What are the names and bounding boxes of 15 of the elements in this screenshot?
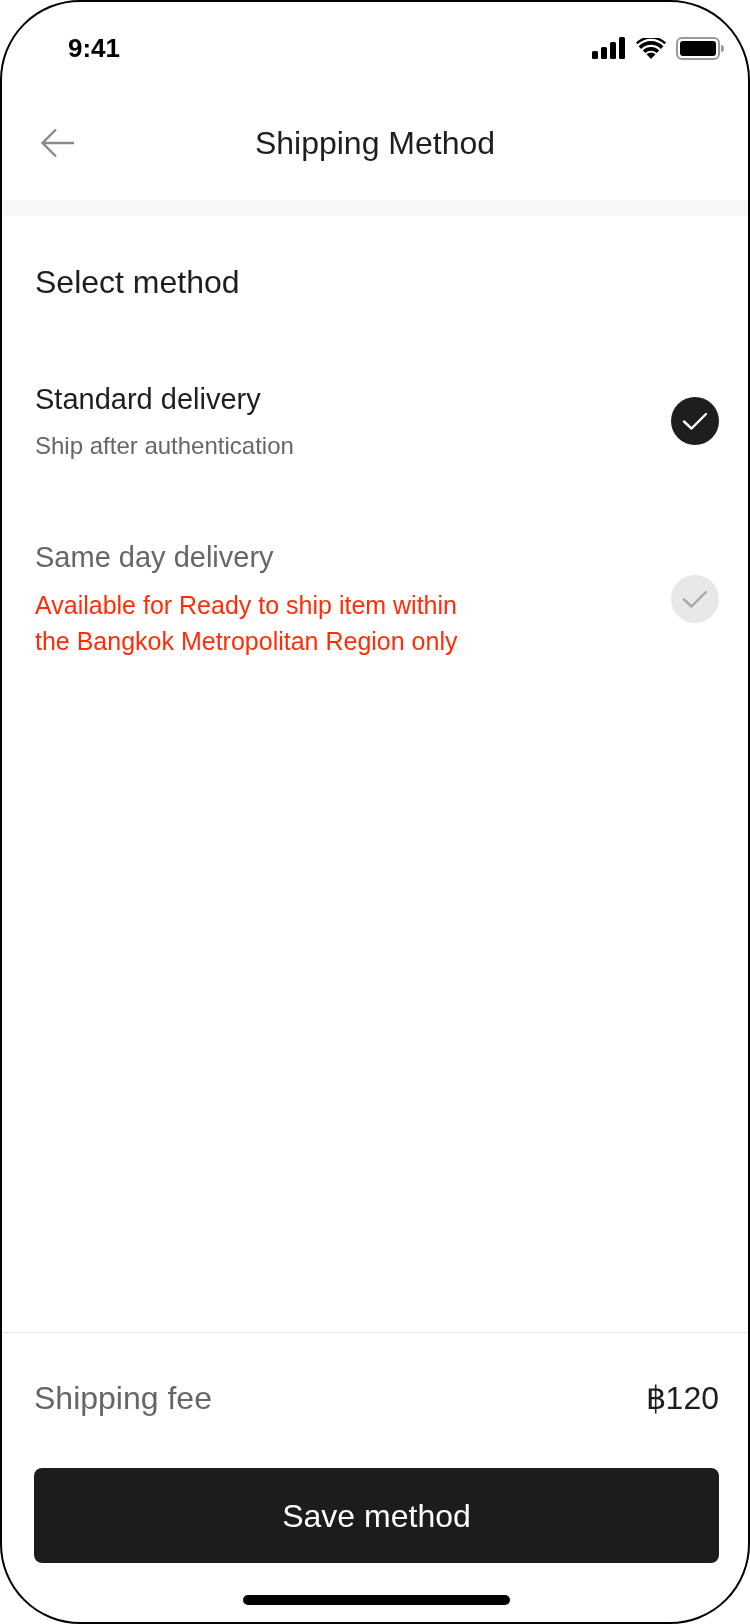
method-name: Standard delivery: [35, 382, 261, 417]
status-time: 9:41: [68, 35, 121, 61]
signal-icon: [592, 37, 626, 59]
shipping-fee-value: ฿120: [645, 1379, 719, 1418]
page-title: Shipping Method: [254, 124, 496, 162]
save-method-button[interactable]: Save method: [34, 1468, 719, 1563]
method-note: Available for Ready to ship item within the Bangkok Metropolitan Region only: [35, 590, 459, 657]
back-arrow-icon[interactable]: [41, 128, 75, 158]
method-note: Ship after authentication: [35, 431, 294, 461]
wifi-icon: [636, 37, 666, 59]
shipping-fee-label: Shipping fee: [34, 1379, 212, 1418]
method-name: Same day delivery: [35, 540, 274, 575]
section-title: Select method: [35, 263, 240, 301]
check-circle-icon[interactable]: [671, 397, 719, 445]
battery-icon: [676, 36, 724, 60]
